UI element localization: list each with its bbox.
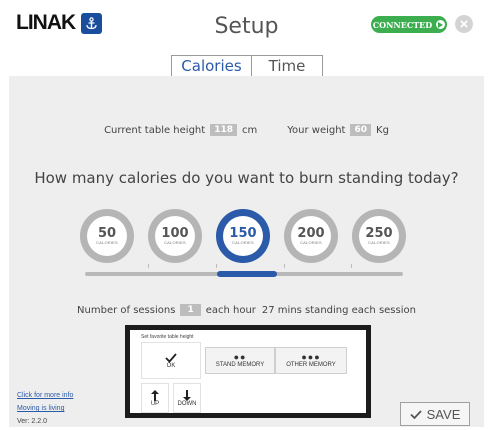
- sessions-label: Number of sessions: [77, 304, 176, 316]
- calorie-value: 150: [229, 226, 257, 241]
- calorie-unit: CALORIES: [232, 240, 254, 245]
- calories-question: How many calories do you want to burn st…: [34, 169, 459, 187]
- calorie-value: 250: [365, 226, 393, 241]
- calorie-value: 50: [97, 226, 117, 241]
- calorie-unit: CALORIES: [368, 240, 390, 245]
- status-arrow-icon: [436, 20, 446, 29]
- calorie-option-250[interactable]: 250 CALORIES: [352, 209, 406, 263]
- check-icon: [165, 352, 177, 363]
- sessions-row: Number of sessions 1 each hour 27 mins s…: [9, 304, 484, 316]
- tab-calories[interactable]: Calories: [171, 55, 252, 77]
- table-height-unit: cm: [241, 124, 258, 136]
- calorie-value: 100: [161, 226, 189, 241]
- calorie-value: 200: [297, 226, 325, 241]
- favorite-height-box: Set favorite table height OK ●● STAND ME…: [125, 325, 371, 418]
- slider-handle[interactable]: [217, 271, 277, 277]
- weight-label: Your weight: [287, 124, 346, 136]
- weight-value[interactable]: 60: [350, 124, 372, 136]
- tab-time[interactable]: Time: [251, 55, 323, 77]
- calorie-unit: CALORIES: [164, 240, 186, 245]
- footer-links: Click for more info Moving is living Ver…: [17, 389, 73, 428]
- weight-unit: Kg: [376, 124, 389, 136]
- calorie-option-150[interactable]: 150 CALORIES: [216, 209, 270, 263]
- ok-label: OK: [166, 362, 176, 369]
- table-height-value[interactable]: 118: [210, 124, 237, 136]
- close-icon: [460, 20, 468, 28]
- calorie-unit: CALORIES: [96, 240, 118, 245]
- slider-tick: [148, 264, 149, 268]
- stand-memory-button[interactable]: ●● STAND MEMORY: [205, 347, 275, 374]
- session-duration: 27 mins standing each session: [261, 304, 416, 316]
- calorie-goal-options: 50 CALORIES 100 CALORIES 150 CALORIES 20…: [80, 209, 406, 263]
- up-button[interactable]: UP: [141, 383, 169, 413]
- other-memory-label: OTHER MEMORY: [286, 362, 336, 368]
- tab-bar: Calories Time: [171, 55, 323, 77]
- calorie-slider[interactable]: [85, 264, 403, 277]
- calorie-option-100[interactable]: 100 CALORIES: [148, 209, 202, 263]
- calorie-unit: CALORIES: [300, 240, 322, 245]
- version-label: Ver: 2.2.0: [17, 418, 47, 425]
- status-text: CONNECTED: [372, 19, 433, 30]
- slider-tick: [216, 264, 217, 268]
- calorie-option-200[interactable]: 200 CALORIES: [284, 209, 338, 263]
- arrow-down-icon: [183, 389, 191, 401]
- table-height-label: Current table height: [104, 124, 206, 136]
- moving-is-living-link[interactable]: Moving is living: [17, 402, 73, 415]
- slider-tick: [351, 264, 352, 268]
- slider-tick: [284, 264, 285, 268]
- measurements-row: Current table height 118 cm Your weight …: [9, 124, 484, 136]
- close-button[interactable]: [455, 15, 473, 33]
- sessions-value[interactable]: 1: [180, 304, 201, 316]
- checkmark-save-icon: [410, 409, 422, 419]
- other-memory-button[interactable]: ●●● OTHER MEMORY: [275, 347, 347, 374]
- ok-button[interactable]: OK: [141, 342, 201, 379]
- setup-window: LINAK Setup CONNECTED Calories Time Curr…: [9, 3, 484, 427]
- sessions-suffix: each hour: [205, 304, 256, 316]
- calorie-option-50[interactable]: 50 CALORIES: [80, 209, 134, 263]
- calories-panel: Current table height 118 cm Your weight …: [9, 76, 484, 427]
- arrow-up-icon: [151, 389, 159, 401]
- up-label: UP: [150, 400, 160, 407]
- save-label: SAVE: [426, 406, 461, 422]
- down-label: DOWN: [177, 400, 197, 407]
- more-info-link[interactable]: Click for more info: [17, 389, 73, 402]
- save-button[interactable]: SAVE: [400, 402, 470, 426]
- connection-status-badge: CONNECTED: [371, 16, 447, 33]
- stand-memory-label: STAND MEMORY: [215, 362, 265, 368]
- down-button[interactable]: DOWN: [173, 383, 201, 413]
- favorite-height-title: Set favorite table height: [141, 334, 194, 340]
- other-memory-dots-icon: ●●●: [301, 352, 321, 362]
- stand-memory-dots-icon: ●●: [233, 352, 247, 362]
